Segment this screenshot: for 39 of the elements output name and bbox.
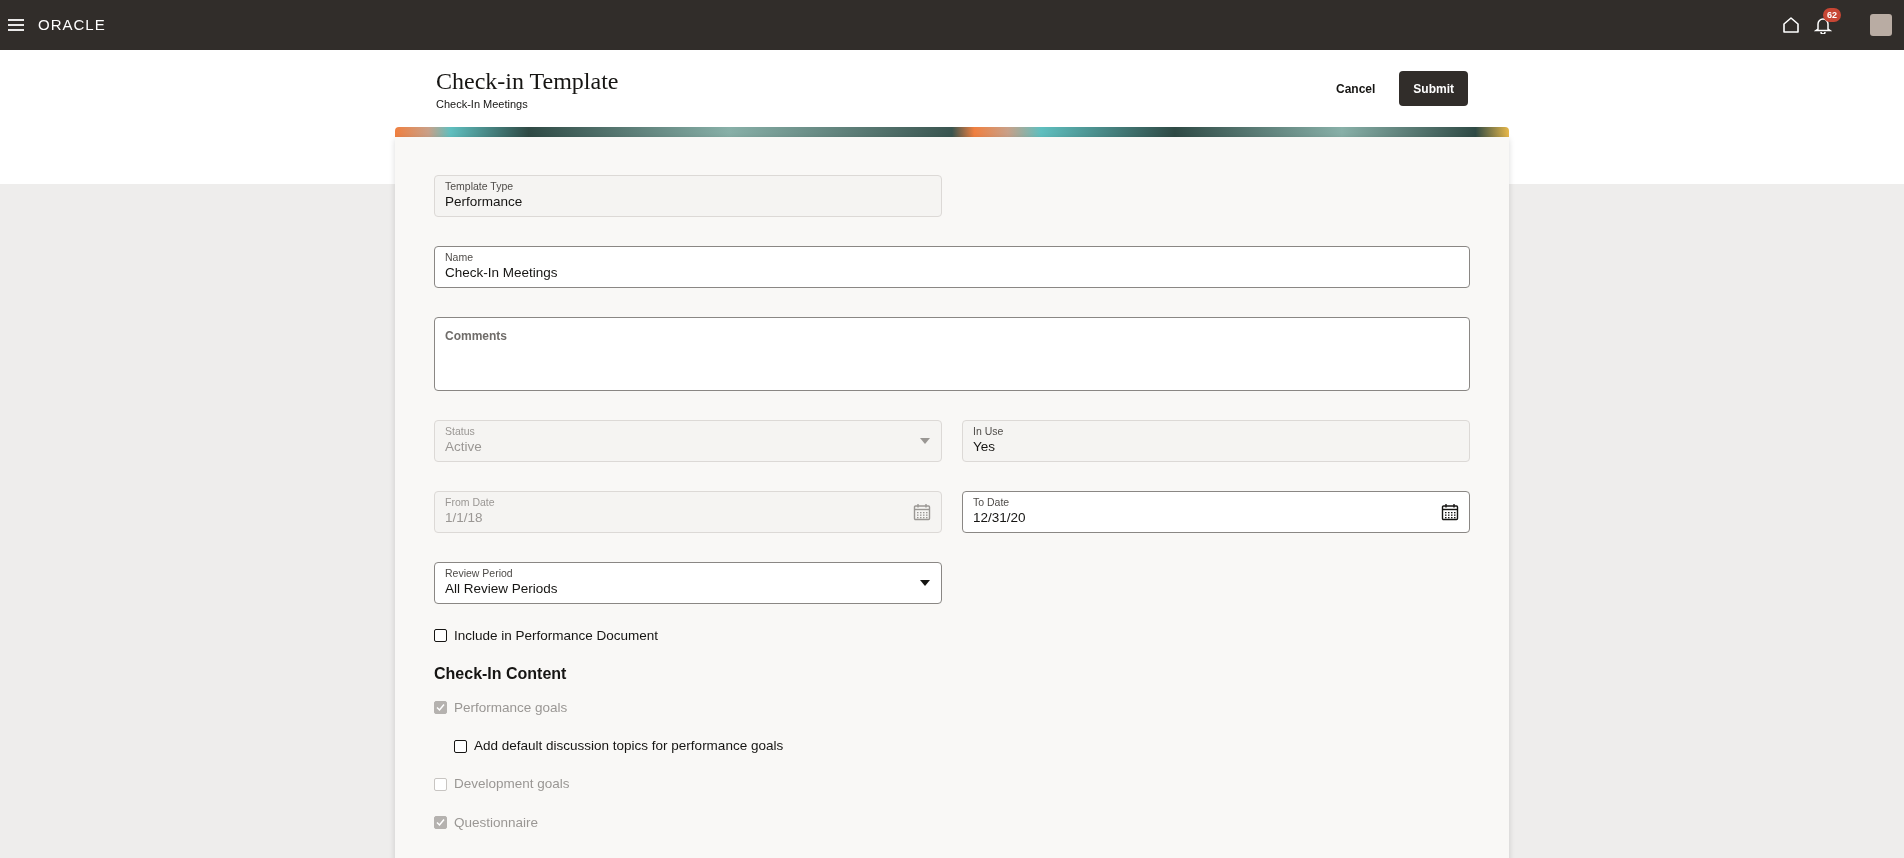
field-value: Active [445,438,483,456]
form-field[interactable]: Review Period All Review Periods [434,561,942,604]
form-field[interactable]: To Date 12/31/20 [962,490,1470,533]
menu-icon[interactable] [8,18,24,32]
notification-badge: 62 [1823,8,1841,22]
field-value: Check-In Meetings [445,264,559,282]
field-value: All Review Periods [445,580,559,598]
check-icon [436,818,445,828]
field-label: Status [445,425,476,438]
home-icon[interactable] [1782,16,1800,34]
form-field[interactable]: Name Check-In Meetings [434,245,1470,288]
field-value: 1/1/18 [445,509,484,527]
field-label: Comments [445,329,508,343]
bell-icon[interactable] [1814,16,1832,34]
field-value: Performance [445,193,524,211]
cancel-button[interactable]: Cancel [1325,71,1386,106]
logo[interactable]: ORACLE [38,13,106,37]
field-label: Review Period [445,567,514,580]
checkbox-label: Add default discussion topics for performance goals [474,737,784,755]
field-label: To Date [973,496,1011,509]
field-value: Yes [973,438,997,456]
checkbox-label: Include in Performance Document [454,626,659,645]
field-value: 12/31/20 [973,509,1027,527]
field-label: Name [445,251,474,264]
check-icon [436,703,445,713]
caret-icon[interactable] [919,578,931,587]
page-subtitle: Check-In Meetings [436,97,529,112]
checkbox-label: Performance goals [454,698,568,717]
checkbox-label: Questionnaire [454,813,539,832]
field-label: From Date [445,496,496,509]
field-label: In Use [973,425,1005,438]
form-field[interactable]: Comments [434,316,1470,391]
field-label: Template Type [445,180,515,193]
submit-button[interactable]: Submit [1399,71,1468,106]
calendar-icon[interactable] [1441,502,1459,521]
section-title: Check-In Content [434,663,568,684]
checkbox[interactable] [434,629,447,643]
checkbox-label: Development goals [454,775,570,794]
page-title: Check-in Template [436,67,619,96]
